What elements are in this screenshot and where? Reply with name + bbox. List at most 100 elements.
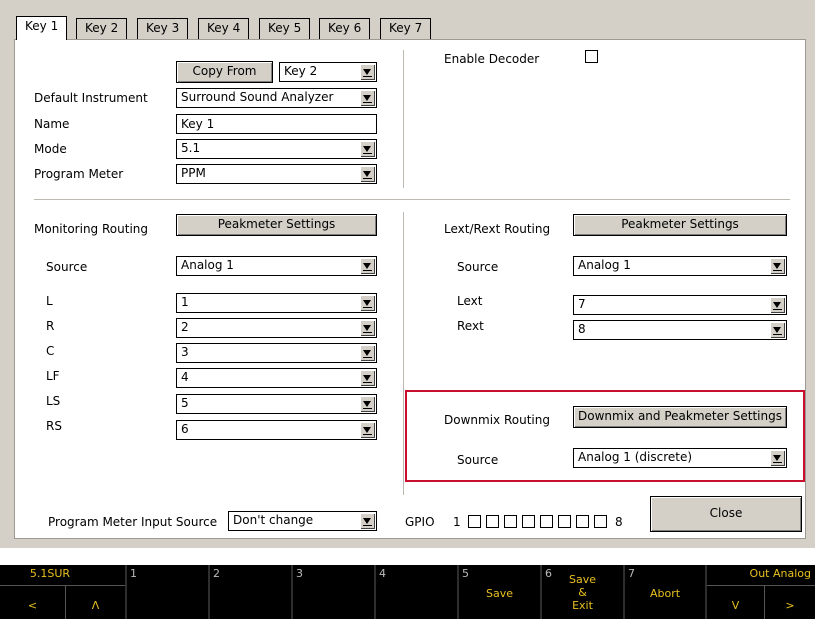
channel-c-value: 3 [181, 345, 189, 359]
chevron-down-icon[interactable] [360, 320, 375, 336]
program-meter-select[interactable]: PPM [176, 164, 377, 184]
chevron-down-icon[interactable] [770, 322, 785, 338]
program-meter-input-source-label: Program Meter Input Source [48, 515, 218, 529]
channel-ls-select[interactable]: 5 [176, 394, 377, 414]
enable-decoder-checkbox[interactable] [585, 50, 598, 63]
default-instrument-select[interactable]: Surround Sound Analyzer [176, 88, 377, 108]
close-button[interactable]: Close [650, 496, 802, 532]
softkey-5-number: 5 [462, 567, 469, 580]
scroll-up-button[interactable]: Λ [66, 585, 125, 619]
mode-value: 5.1 [181, 141, 201, 155]
channel-c-select[interactable]: 3 [176, 343, 377, 363]
copy-from-select[interactable]: Key 2 [279, 62, 377, 82]
chevron-down-icon[interactable] [360, 295, 375, 311]
channel-l-value: 1 [181, 295, 189, 309]
enable-decoder-label: Enable Decoder [444, 52, 540, 66]
monitoring-peakmeter-settings-button[interactable]: Peakmeter Settings [176, 214, 377, 236]
softkey-4-number: 4 [379, 567, 386, 580]
tab-key-1[interactable]: Key 1 [16, 16, 68, 40]
softkey-4[interactable]: 4 [376, 565, 457, 619]
chevron-down-icon[interactable] [770, 258, 785, 274]
channel-r-label: R [46, 319, 55, 333]
tab-key-7[interactable]: Key 7 [380, 18, 432, 40]
abort-softkey[interactable]: 7 Abort [625, 565, 705, 619]
monitoring-source-select[interactable]: Analog 1 [176, 256, 377, 276]
lext-select[interactable]: 7 [573, 295, 787, 315]
softkey-8[interactable]: Out Analog V > [707, 565, 815, 619]
chevron-right-icon: > [785, 599, 795, 612]
chevron-down-icon[interactable] [360, 370, 375, 386]
rext-value: 8 [578, 322, 586, 336]
chevron-down-icon[interactable] [360, 396, 375, 412]
gpio-8-checkbox[interactable] [594, 515, 607, 528]
tab-key-3[interactable]: Key 3 [137, 18, 189, 40]
lext-source-select[interactable]: Analog 1 [573, 256, 787, 276]
chevron-down-icon[interactable] [360, 64, 375, 80]
softkey-1-number: 1 [130, 567, 137, 580]
gpio-1-checkbox[interactable] [468, 515, 481, 528]
lext-rext-routing-title: Lext/Rext Routing [444, 222, 551, 236]
scroll-left-button[interactable]: < [0, 585, 66, 619]
gpio-7-checkbox[interactable] [576, 515, 589, 528]
channel-l-label: L [46, 294, 53, 308]
gpio-2-checkbox[interactable] [486, 515, 499, 528]
save-exit-label-line1: Save [568, 573, 596, 586]
downmix-peakmeter-settings-button[interactable]: Downmix and Peakmeter Settings [573, 406, 787, 428]
tab-key-6[interactable]: Key 6 [319, 18, 371, 40]
softkey-1[interactable]: 1 [127, 565, 208, 619]
program-meter-value: PPM [181, 166, 206, 180]
softkey-2[interactable]: 2 [210, 565, 291, 619]
channel-l-select[interactable]: 1 [176, 293, 377, 313]
tab-key-2[interactable]: Key 2 [76, 18, 128, 40]
chevron-down-icon[interactable] [360, 345, 375, 361]
scroll-down-button[interactable]: V [707, 585, 765, 619]
gpio-4-checkbox[interactable] [522, 515, 535, 528]
channel-rs-label: RS [46, 419, 62, 433]
mode-select[interactable]: 5.1 [176, 139, 377, 159]
channel-c-label: C [46, 344, 55, 358]
softkey-3[interactable]: 3 [293, 565, 374, 619]
chevron-down-icon[interactable] [360, 166, 375, 182]
channel-r-select[interactable]: 2 [176, 318, 377, 338]
name-label: Name [34, 117, 70, 131]
chevron-down-icon[interactable] [770, 450, 785, 466]
chevron-up-icon: Λ [91, 599, 100, 612]
save-exit-softkey[interactable]: 6 Save & Exit [542, 565, 623, 619]
chevron-down-icon[interactable] [360, 258, 375, 274]
monitoring-source-value: Analog 1 [181, 258, 234, 272]
downmix-source-label: Source [457, 453, 499, 467]
chevron-down-icon[interactable] [360, 422, 375, 438]
rext-select[interactable]: 8 [573, 320, 787, 340]
save-exit-label-line3: Exit [572, 599, 593, 612]
tab-key-4[interactable]: Key 4 [198, 18, 250, 40]
gpio-3-checkbox[interactable] [504, 515, 517, 528]
lext-label: Lext [457, 294, 483, 308]
program-meter-label: Program Meter [34, 167, 124, 181]
chevron-down-icon[interactable] [360, 90, 375, 106]
program-meter-input-source-select[interactable]: Don't change [228, 511, 377, 531]
vertical-divider-top [403, 50, 404, 188]
lext-source-label: Source [457, 260, 499, 274]
horizontal-divider [34, 199, 790, 200]
scroll-right-button[interactable]: > [765, 585, 815, 619]
lext-value: 7 [578, 297, 586, 311]
downmix-source-value: Analog 1 (discrete) [578, 450, 693, 464]
chevron-down-icon[interactable] [360, 141, 375, 157]
lext-peakmeter-settings-button[interactable]: Peakmeter Settings [573, 214, 787, 236]
downmix-source-select[interactable]: Analog 1 (discrete) [573, 448, 787, 468]
softkey-8-title: Out Analog [749, 567, 811, 580]
softkey-2-number: 2 [213, 567, 220, 580]
copy-from-button[interactable]: Copy From [176, 61, 273, 83]
chevron-down-icon[interactable] [770, 297, 785, 313]
channel-lf-select[interactable]: 4 [176, 368, 377, 388]
channel-rs-select[interactable]: 6 [176, 420, 377, 440]
gpio-end-label: 8 [615, 515, 623, 529]
gpio-6-checkbox[interactable] [558, 515, 571, 528]
gpio-5-checkbox[interactable] [540, 515, 553, 528]
program-meter-input-source-value: Don't change [233, 513, 314, 527]
tab-key-5[interactable]: Key 5 [259, 18, 311, 40]
save-softkey[interactable]: 5 Save [459, 565, 540, 619]
name-field[interactable]: Key 1 [176, 114, 377, 134]
chevron-down-icon[interactable] [360, 513, 375, 529]
softkey-0[interactable]: 5.1SUR < Λ [0, 565, 125, 619]
